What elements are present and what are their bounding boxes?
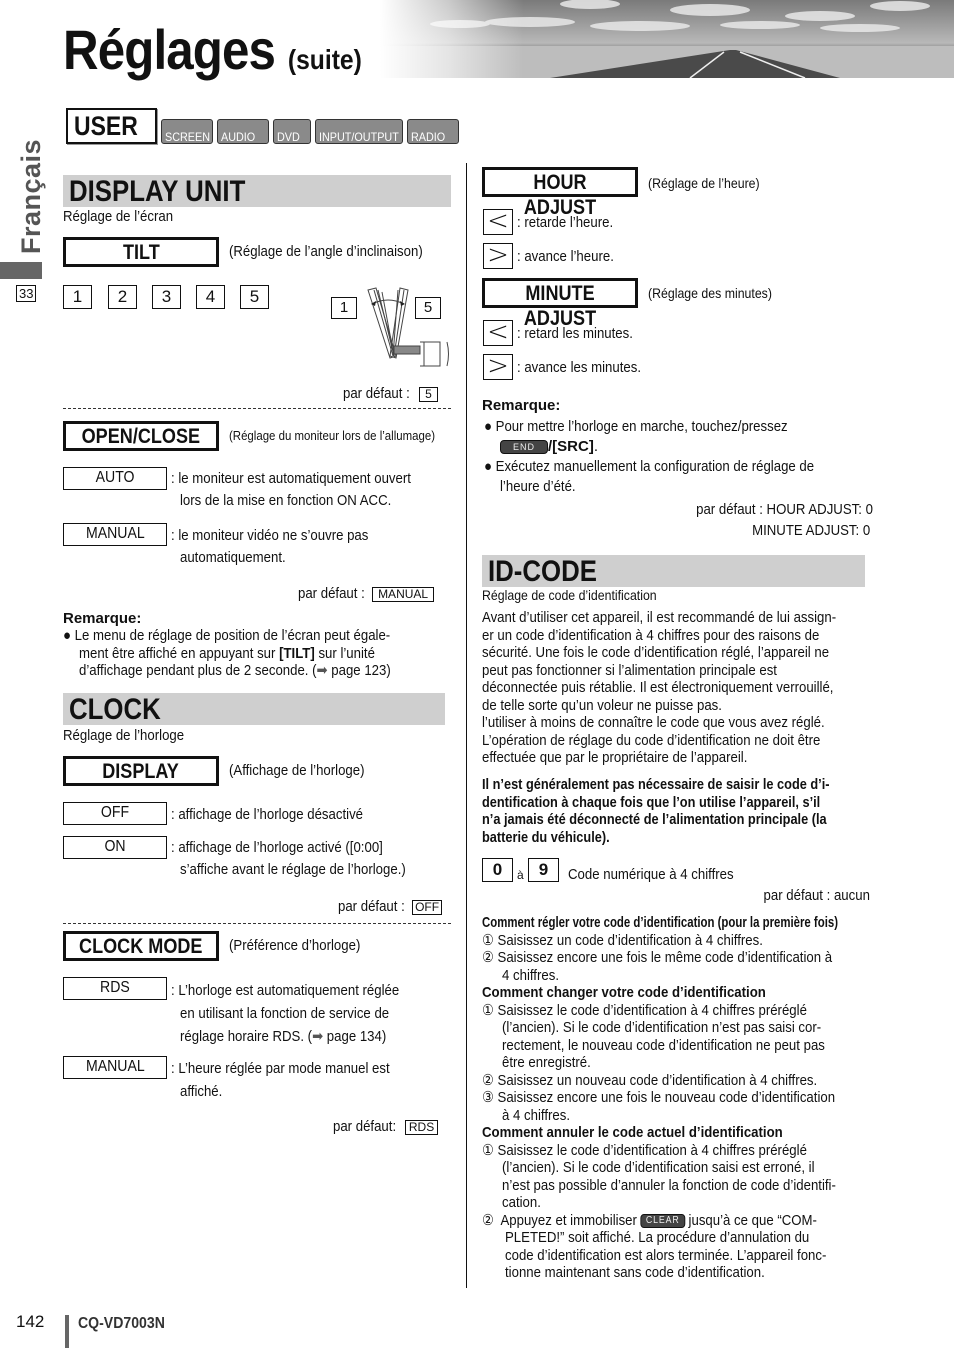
open-close-description: (Réglage du moniteur lors de l’allumage)	[229, 428, 436, 443]
hour-adjust-button[interactable]: HOUR ADJUST	[482, 167, 638, 219]
hour-decrease-button[interactable]: <	[483, 208, 513, 235]
language-tab-bar	[0, 262, 42, 279]
clock-mode-option-manual[interactable]: MANUAL	[63, 1056, 167, 1079]
digit-0-key[interactable]: 0	[482, 858, 513, 882]
column-divider	[466, 163, 467, 1288]
minute-adjust-description: (Réglage des minutes)	[648, 285, 772, 301]
clock-display-button[interactable]: DISPLAY	[63, 756, 219, 786]
page-title: Réglages (suite)	[63, 18, 362, 81]
clock-mode-option-rds[interactable]: RDS	[63, 977, 167, 1000]
open-close-option-manual[interactable]: MANUAL	[63, 523, 167, 546]
id-code-default: par défaut : aucun	[763, 887, 870, 904]
mode-tabs: USER SCREEN AUDIO DVD INPUT/OUTPUT RADIO	[66, 108, 460, 144]
hour-adjust-description: (Réglage de l’heure)	[648, 175, 760, 191]
open-close-default: par défaut : MANUAL	[298, 583, 435, 605]
id-code-procedures: Comment régler votre code d’identificati…	[482, 914, 839, 1281]
minute-decrease-description: : retard les minutes.	[517, 325, 633, 342]
open-close-default-value: MANUAL	[372, 586, 435, 602]
tilt-option-2[interactable]: 2	[108, 285, 137, 309]
tab-radio[interactable]: RADIO	[407, 119, 460, 144]
hour-increase-button[interactable]: >	[483, 242, 513, 269]
clock-mode-default-value: RDS	[404, 1119, 439, 1135]
tilt-option-5[interactable]: 5	[240, 285, 269, 309]
clock-display-option-on[interactable]: ON	[63, 836, 167, 859]
minute-adjust-button[interactable]: MINUTE ADJUST	[482, 278, 638, 330]
clock-mode-description: (Préférence d’horloge)	[229, 937, 361, 954]
display-unit-heading: DISPLAY UNIT	[63, 175, 451, 207]
minute-increase-description: : avance les minutes.	[517, 359, 641, 376]
on-description: : affichage de l’horloge activé ([0:00] …	[171, 839, 406, 878]
clock-display-description: (Affichage de l’horloge)	[229, 762, 365, 779]
model-name: CQ-VD7003N	[78, 1315, 165, 1332]
tilt-default: par défaut : 5	[343, 383, 438, 405]
clock-display-option-off[interactable]: OFF	[63, 802, 167, 825]
id-code-subtitle: Réglage de code d’identification	[482, 587, 657, 603]
clock-heading: CLOCK	[63, 693, 445, 725]
side-page-ref: 33	[16, 285, 37, 302]
tilt-description: (Réglage de l’angle d’inclinaison)	[229, 243, 423, 260]
tilt-button[interactable]: TILT	[63, 237, 219, 267]
clock-subtitle: Réglage de l’horloge	[63, 727, 185, 744]
arrow-right-icon: ➡	[312, 1028, 324, 1045]
id-code-note: Il n’est généralement pas nécessaire de …	[482, 777, 830, 846]
id-code-intro: Avant d’utiliser cet appareil, il est re…	[482, 609, 837, 766]
hour-increase-description: : avance l’heure.	[517, 248, 614, 265]
tab-audio[interactable]: AUDIO	[217, 119, 270, 144]
tab-dvd[interactable]: DVD	[273, 119, 312, 144]
tab-screen[interactable]: SCREEN	[161, 119, 214, 144]
hour-decrease-description: : retarde l’heure.	[517, 214, 614, 231]
tab-user[interactable]: USER	[66, 108, 158, 144]
header-banner-photo	[380, 0, 954, 78]
range-word: à	[517, 868, 524, 882]
clock-mode-default: par défaut: RDS	[333, 1116, 439, 1138]
manual-description: : le moniteur vidéo ne s’ouvre pas autom…	[171, 527, 369, 566]
id-code-heading: ID-CODE	[482, 555, 865, 587]
clock-remark: ● Pour mettre l’horloge en marche, touch…	[484, 418, 815, 495]
tab-input-output[interactable]: INPUT/OUTPUT	[315, 119, 404, 144]
clock-remark-title: Remarque:	[482, 397, 561, 414]
footer-bar	[65, 1315, 69, 1348]
clock-display-default-value: OFF	[412, 899, 443, 915]
auto-description: : le moniteur est automatiquement ouvert…	[171, 470, 411, 509]
tilt-default-value: 5	[419, 386, 438, 402]
tilt-option-4[interactable]: 4	[196, 285, 225, 309]
divider	[63, 923, 451, 924]
minute-increase-button[interactable]: >	[483, 353, 513, 380]
minute-decrease-button[interactable]: <	[483, 319, 513, 346]
tilt-angle-diagram	[367, 287, 449, 367]
open-close-option-auto[interactable]: AUTO	[63, 467, 167, 490]
clock-display-default: par défaut : OFF	[338, 896, 443, 918]
arrow-right-icon: ➡	[316, 662, 328, 679]
display-unit-subtitle: Réglage de l’écran	[63, 208, 174, 225]
off-description: : affichage de l’horloge désactivé	[171, 806, 364, 823]
tilt-option-3[interactable]: 3	[152, 285, 181, 309]
page-number: 142	[16, 1312, 45, 1331]
tilt-option-1[interactable]: 1	[63, 285, 92, 309]
rds-description: : L’horloge est automatiquement réglée e…	[171, 982, 400, 1045]
clock-manual-description: : L’heure réglée par mode manuel est aff…	[171, 1060, 390, 1100]
adjust-defaults: par défaut : HOUR ADJUST: 0 MINUTE ADJUS…	[696, 501, 873, 539]
tilt-diagram-min: 1	[331, 297, 357, 319]
range-description: Code numérique à 4 chiffres	[568, 866, 734, 883]
divider	[63, 408, 451, 409]
clock-mode-button[interactable]: CLOCK MODE	[63, 931, 219, 961]
clear-key-icon: CLEAR	[640, 1213, 685, 1228]
open-close-button[interactable]: OPEN/CLOSE	[63, 421, 219, 451]
remark-tilt: ● Le menu de réglage de position de l’éc…	[63, 627, 391, 679]
digit-9-key[interactable]: 9	[528, 858, 559, 882]
language-label: Français	[16, 138, 46, 254]
end-key-icon: END	[500, 440, 549, 455]
